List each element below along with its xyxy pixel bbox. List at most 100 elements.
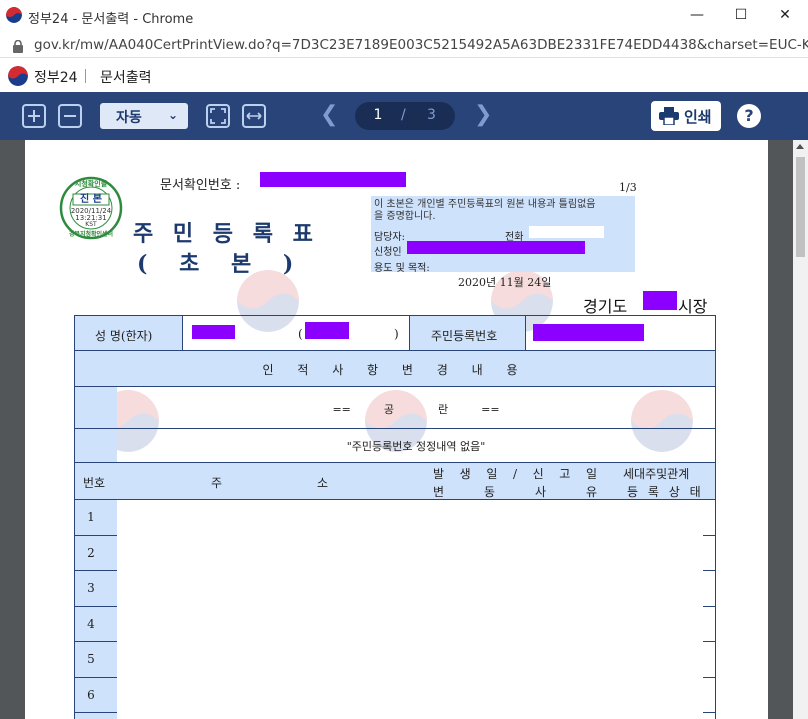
watermark-emblem-icon [237,270,299,332]
gov24-logo-icon [6,7,22,23]
purpose-label: 용도 및 목적: [374,263,430,274]
zoom-select-value: 자동 [116,110,142,126]
next-page-button[interactable]: ❯ [474,104,492,126]
viewer-toolbar: 자동 ⌄ ❮ 1 / 3 ❯ 인쇄 ? [0,92,808,140]
maximize-button[interactable]: ☐ [726,4,756,26]
document-title: 주 민 등 록 표 [133,221,319,247]
row-divider [703,712,715,713]
minus-icon [64,115,76,117]
window-titlebar: 정부24 - 문서출력 - Chrome — ☐ ✕ [0,0,808,32]
close-button[interactable]: ✕ [770,4,800,26]
phone-field [529,226,604,238]
name-label: 성 명(한자) [95,329,153,343]
document-subtitle: ( 초 본 ) [137,251,306,277]
page-title: 문서출력 [100,70,152,86]
rrn-change-note: "주민등록번호 정정내역 없음" [346,440,486,453]
applicant-label: 신청인 [374,247,402,258]
site-name: 정부24 [34,70,78,86]
gov24-logo-icon [8,66,28,86]
divider [85,69,86,83]
row-divider [74,677,117,678]
row-divider [74,712,117,713]
row-divider [74,641,117,642]
stamp-main-text: 진 본 [80,194,102,205]
printer-icon [659,107,679,126]
document-viewer[interactable]: 문서확인번호 : 1/3 시청확인필 진 본 2020/11/24 13:21:… [0,140,808,719]
chevron-down-icon: ⌄ [168,108,179,122]
address-url[interactable]: gov.kr/mw/AA040CertPrintView.do?q=7D3C23… [34,37,808,53]
zoom-in-button[interactable] [22,104,46,128]
print-button[interactable]: 인쇄 [651,101,721,131]
authenticity-stamp: 시청확인필 진 본 2020/11/24 13:21:31 KST 경북지청확인… [59,176,123,240]
blank-line: == 공 란 == [332,403,500,416]
table-border [74,386,716,387]
fit-page-icon [210,108,226,124]
row-divider [703,641,715,642]
table-border [409,315,410,350]
scroll-up-icon[interactable] [796,144,804,149]
lock-icon [13,38,23,53]
issuer-prefix: 경기도 [583,297,628,316]
row-number: 3 [87,581,95,595]
row-divider [703,570,715,571]
stamp-tz: KST [85,221,97,228]
table-border [74,428,716,429]
redaction [643,291,677,310]
column-household-header-2: 등 록 상 태 [627,485,704,499]
row-number: 1 [87,510,95,524]
table-border [182,315,183,350]
zoom-select[interactable]: 자동 ⌄ [100,103,188,129]
address-bar[interactable]: gov.kr/mw/AA040CertPrintView.do?q=7D3C23… [0,32,808,58]
page-indicator: 1 / 3 [355,102,455,130]
prev-page-button[interactable]: ❮ [320,104,338,126]
row-number: 5 [87,652,95,666]
table-border [74,350,716,351]
redaction [260,172,406,187]
page-total: 3 [427,107,436,123]
minimize-button[interactable]: — [682,4,712,26]
plus-icon [28,110,40,122]
paren-close: ) [394,327,399,341]
redaction [305,322,349,339]
window-title: 정부24 - 문서출력 - Chrome [28,12,194,27]
table-border [74,499,716,500]
rrn-label: 주민등록번호 [431,329,498,343]
table-border [74,315,716,316]
page-current-input[interactable]: 1 [373,107,383,123]
fit-width-button[interactable] [242,104,266,128]
page-separator: / [401,107,406,123]
page-marker: 1/3 [619,181,637,194]
certify-text: 이 초본은 개인별 주민등록표의 원본 내용과 틀림없음을 증명합니다. [374,199,596,222]
column-household-header-1: 세대주및관계 [623,467,690,481]
row-divider [74,606,117,607]
row-divider [703,677,715,678]
confirm-number-label: 문서확인번호 : [160,178,241,193]
column-address-header-1: 주 [211,476,223,490]
table-border [525,315,526,350]
site-header: 정부24 문서출력 [0,59,808,92]
vertical-scrollbar[interactable] [793,140,808,719]
redaction [407,241,585,254]
stamp-bottom-text: 경북지청확인센터 [68,231,114,238]
row-divider [74,570,117,571]
paren-open: ( [298,327,303,341]
column-header-cell [75,462,715,499]
column-number-header: 번호 [83,476,106,490]
row-divider [703,606,715,607]
document-page: 문서확인번호 : 1/3 시청확인필 진 본 2020/11/24 13:21:… [25,140,768,719]
stamp-top-text: 시청확인필 [74,179,108,188]
help-button[interactable]: ? [737,104,761,128]
scrollbar-thumb[interactable] [796,157,805,257]
print-label: 인쇄 [684,108,712,126]
redaction [192,325,235,339]
zoom-out-button[interactable] [58,104,82,128]
column-date-header-1: 발 생 일 / 신 고 일 [433,467,597,481]
column-date-header-2: 변 동 사 유 [433,485,597,499]
section-personal-heading: 인 적 사 항 변 경 내 용 [262,363,528,377]
fit-width-icon [246,112,262,120]
row-number: 6 [87,688,95,702]
table-border [74,462,716,463]
row-number-column [75,499,117,719]
left-margin-cell [75,386,117,462]
fit-page-button[interactable] [206,104,230,128]
